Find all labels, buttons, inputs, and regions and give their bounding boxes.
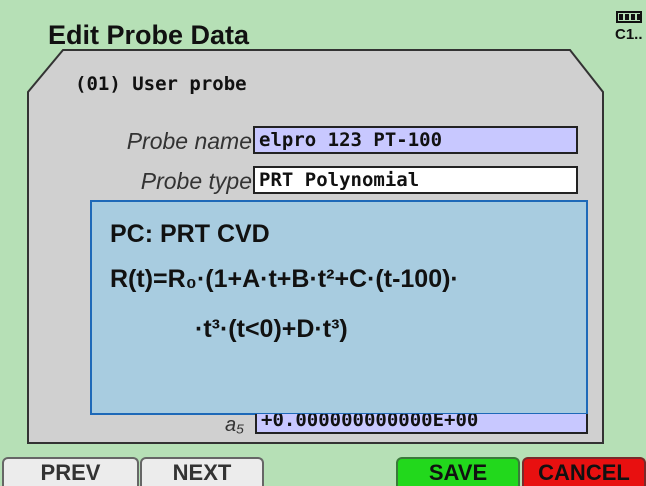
prev-button[interactable]: PREV (2, 457, 139, 486)
next-button[interactable]: NEXT (140, 457, 264, 486)
probe-type-field[interactable]: PRT Polynomial (253, 166, 578, 194)
probe-name-label: Probe name (126, 128, 252, 154)
cancel-button[interactable]: CANCEL (522, 457, 646, 486)
formula-popup: PC: PRT CVD R(t)=R₀·(1+A·t+B·t²+C·(t-100… (90, 200, 588, 415)
formula-line-1: R(t)=R₀·(1+A·t+B·t²+C·(t-100)· (110, 265, 459, 293)
probe-header: (01) User probe (75, 73, 247, 95)
probe-type-label: Probe type (140, 168, 252, 194)
probe-name-field[interactable]: elpro 123 PT-100 (253, 126, 578, 154)
coefficient-field[interactable]: +0.000000000000E+00 (255, 414, 588, 434)
coefficient-label: a₅ (225, 414, 245, 436)
formula-line-2: ·t³·(t<0)+D·t³) (195, 315, 348, 343)
save-button[interactable]: SAVE (396, 457, 520, 486)
popup-title: PC: PRT CVD (110, 220, 270, 248)
